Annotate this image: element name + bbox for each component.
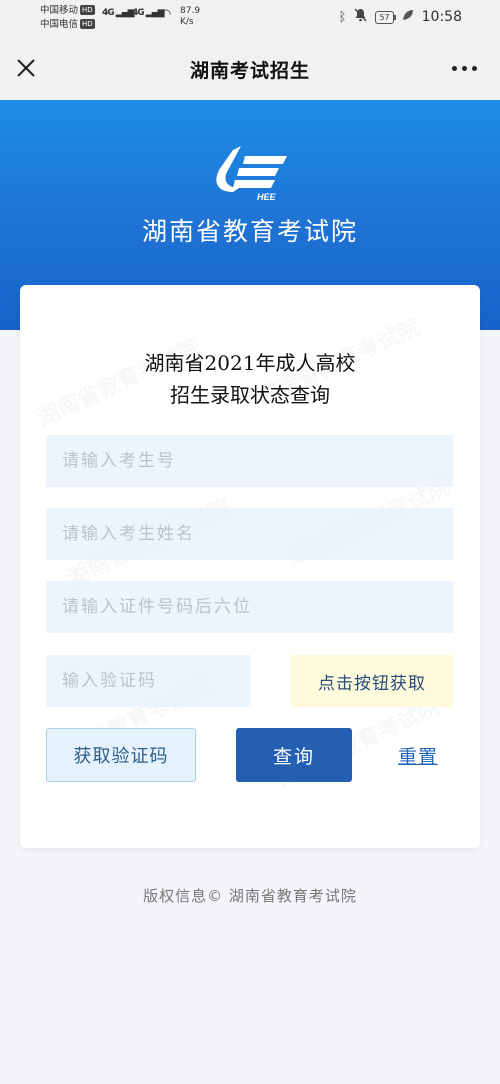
network-1: 4G (102, 8, 115, 18)
carrier-info: 中国移动 HD 中国电信 HD (40, 4, 95, 32)
speed-unit: K/s (180, 17, 194, 27)
carrier-2: 中国电信 (40, 19, 79, 30)
banner-title: 湖南省教育考试院 (141, 217, 358, 246)
query-card: 湖南省教育考试院 湖南省教育考试院 湖南省教育考试院 湖南省教育考试院 湖南省教… (20, 285, 480, 848)
mute-bell-icon (354, 8, 367, 26)
bluetooth-icon: ᛒ (338, 9, 347, 25)
copyright-footer: 版权信息© 湖南省教育考试院 (143, 887, 357, 905)
hd-badge-2: HD (80, 19, 95, 29)
form-title: 湖南省2021年成人高校 招生录取状态查询 (20, 347, 480, 411)
page-title: 湖南考试招生 (189, 60, 310, 82)
exam-number-input[interactable] (46, 435, 453, 487)
captcha-input[interactable] (46, 655, 251, 707)
signal-2-icon: 4G ▂▄▆ (132, 8, 165, 18)
hd-badge-1: HD (80, 5, 95, 15)
leaf-icon (402, 9, 414, 25)
network-speed: 87.9 K/s (180, 6, 200, 28)
battery-icon: 57 (375, 10, 396, 24)
get-verification-code-button[interactable]: 获取验证码 (46, 728, 196, 782)
form-title-line1: 湖南省2021年成人高校 (144, 351, 356, 375)
id-last6-input[interactable] (46, 581, 453, 633)
status-right: ᛒ 57 10:58 (339, 8, 462, 26)
logo-text: HEE (257, 192, 277, 202)
captcha-image-button[interactable]: 点击按钮获取 (291, 655, 453, 707)
carrier-1: 中国移动 (40, 5, 79, 16)
clock: 10:58 (421, 9, 462, 25)
nav-bar: 湖南考试招生 (0, 38, 500, 101)
hee-logo-icon: HEE (205, 142, 295, 204)
status-bar: 中国移动 HD 中国电信 HD 4G ▂▄▆ 4G ▂▄▆ ◠ 87.9 K/s ᛒ… (0, 0, 500, 38)
wifi-icon: ◠ (160, 7, 172, 22)
speed-value: 87.9 (180, 6, 201, 16)
signal-1-icon: 4G ▂▄▆ (102, 8, 135, 18)
more-icon[interactable] (450, 56, 480, 80)
network-2: 4G (132, 8, 145, 18)
name-input[interactable] (46, 508, 453, 560)
query-button[interactable]: 查询 (236, 728, 352, 782)
form-title-line2: 招生录取状态查询 (170, 383, 330, 407)
reset-link[interactable]: 重置 (398, 742, 438, 769)
